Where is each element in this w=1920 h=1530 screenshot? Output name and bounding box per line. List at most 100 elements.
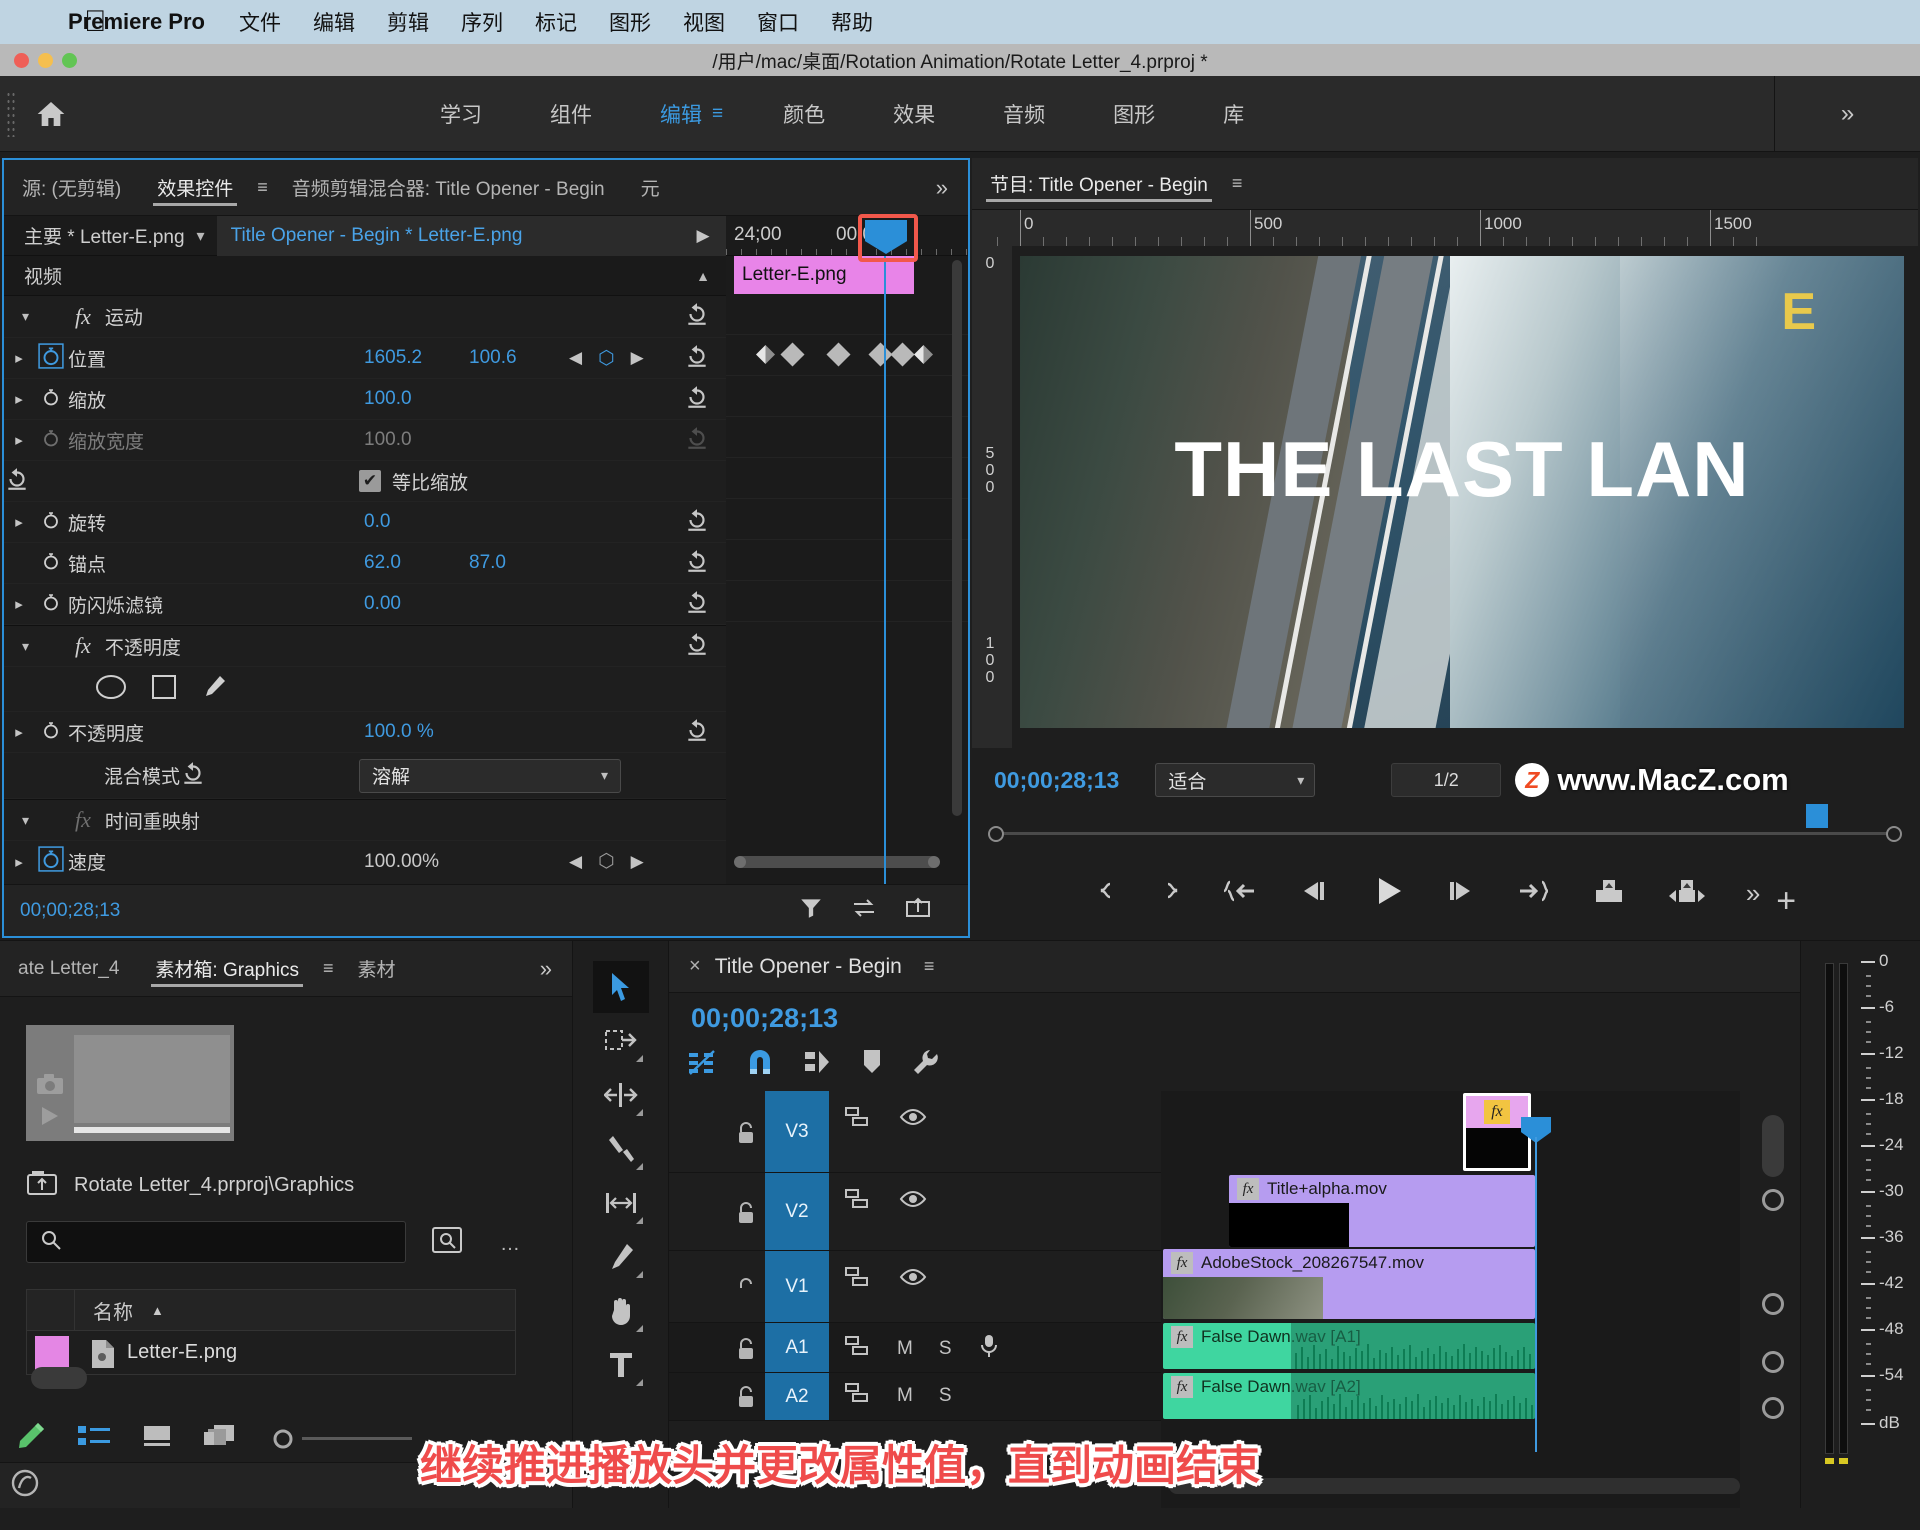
track-scroll-knob[interactable] xyxy=(1762,1293,1784,1315)
track-label-a2[interactable]: A2 xyxy=(765,1373,829,1420)
timeline-clip-v1[interactable]: fx AdobeStock_208267547.mov xyxy=(1163,1249,1535,1319)
stopwatch-icon[interactable] xyxy=(34,590,68,619)
property-value-opacity[interactable]: 100.0 % xyxy=(364,721,434,743)
chevron-right-icon[interactable]: ▸ xyxy=(4,853,34,871)
step-forward-icon[interactable] xyxy=(1442,876,1476,911)
program-monitor-video-frame[interactable]: E THE LAST LAN xyxy=(1020,256,1904,728)
eye-icon[interactable] xyxy=(899,1106,927,1133)
track-header-v3[interactable]: V3 xyxy=(669,1091,1161,1173)
track-scroll-knob[interactable] xyxy=(1762,1397,1784,1419)
menu-item-marker[interactable]: 标记 xyxy=(535,7,577,37)
pen-tool-icon[interactable] xyxy=(593,1231,649,1283)
folder-up-icon[interactable] xyxy=(26,1169,58,1202)
uniform-scale-row[interactable]: ✔ 等比缩放 xyxy=(4,461,726,502)
keyframe-playhead[interactable] xyxy=(884,256,886,884)
play-arrow-icon[interactable]: ▶ xyxy=(680,216,726,256)
type-tool-icon[interactable] xyxy=(593,1339,649,1391)
effect-controls-video-section[interactable]: 视频 ▲ xyxy=(4,256,726,296)
audio-clip-indicator-left[interactable] xyxy=(1825,1458,1834,1464)
track-label-a1[interactable]: A1 xyxy=(765,1323,829,1372)
property-value-scale[interactable]: 100.0 xyxy=(364,388,412,410)
find-icon[interactable] xyxy=(430,1223,464,1262)
sequence-clip-label[interactable]: Title Opener - Begin * Letter-E.png xyxy=(217,216,680,256)
tab-effect-controls[interactable]: 效果控件 xyxy=(139,162,251,214)
mic-icon[interactable] xyxy=(978,1333,1000,1364)
workspace-tab-graphics[interactable]: 图形 xyxy=(1079,99,1189,129)
mark-in-icon[interactable] xyxy=(1094,876,1120,911)
scrubber-track[interactable] xyxy=(1002,832,1888,835)
workspace-tab-color[interactable]: 颜色 xyxy=(749,99,859,129)
keyframe-row-position[interactable] xyxy=(726,335,968,376)
export-frame-icon[interactable] xyxy=(904,895,932,926)
hand-tool-icon[interactable] xyxy=(593,1285,649,1337)
property-value-anchor-x[interactable]: 62.0 xyxy=(364,552,401,574)
step-back-icon[interactable] xyxy=(1298,876,1332,911)
property-row-opacity[interactable]: ▸ 不透明度 100.0 % xyxy=(4,712,726,753)
reset-icon[interactable] xyxy=(684,717,710,748)
list-view-icon[interactable] xyxy=(78,1423,110,1454)
extract-icon[interactable] xyxy=(1666,876,1708,911)
mute-button-a1[interactable]: M xyxy=(897,1338,913,1360)
workspace-overflow-icon[interactable]: » xyxy=(1774,76,1920,152)
scrubber-playhead[interactable] xyxy=(1806,804,1828,828)
solo-button-a2[interactable]: S xyxy=(939,1385,952,1407)
sync-lock-icon[interactable] xyxy=(845,1187,871,1216)
track-header-a1[interactable]: A1 M S xyxy=(669,1323,1161,1373)
hamburger-icon[interactable]: ≡ xyxy=(251,177,274,198)
workspace-tab-audio[interactable]: 音频 xyxy=(969,99,1079,129)
property-row-position[interactable]: ▸ 位置 1605.2 100.6 ◀ ⬡ ▶ xyxy=(4,338,726,379)
solo-button-a1[interactable]: S xyxy=(939,1338,952,1360)
scrubber-right-handle[interactable] xyxy=(1886,826,1902,842)
lock-icon[interactable] xyxy=(735,1277,757,1306)
keyframe-navigator[interactable]: ◀ ⬡ ▶ xyxy=(569,347,644,370)
more-icon[interactable]: » xyxy=(1746,878,1760,909)
search-input[interactable] xyxy=(26,1221,406,1263)
chevron-down-icon[interactable]: ▾ xyxy=(22,638,29,655)
go-to-out-icon[interactable] xyxy=(1514,876,1552,911)
track-header-a2[interactable]: A2 M S xyxy=(669,1373,1161,1421)
snap-magnet-icon[interactable] xyxy=(745,1047,775,1082)
track-scroll-knob[interactable] xyxy=(1762,1189,1784,1211)
eye-icon[interactable] xyxy=(899,1266,927,1293)
add-keyframe-icon[interactable]: ⬡ xyxy=(598,850,615,873)
timeline-timecode[interactable]: 00;00;28;13 xyxy=(691,1003,838,1034)
tool-expand-corner[interactable] xyxy=(636,1271,643,1278)
property-value-anchor-y[interactable]: 87.0 xyxy=(469,552,506,574)
chevron-right-icon[interactable]: ▸ xyxy=(4,723,34,741)
property-row-scale[interactable]: ▸ 缩放 100.0 xyxy=(4,379,726,420)
tab-metadata[interactable]: 元 xyxy=(623,162,678,214)
menu-item-edit[interactable]: 编辑 xyxy=(313,7,355,37)
mark-out-icon[interactable] xyxy=(1158,876,1184,911)
menu-item-file[interactable]: 文件 xyxy=(239,7,281,37)
add-keyframe-icon[interactable]: ⬡ xyxy=(598,347,615,370)
property-row-speed[interactable]: ▸ 速度 100.00% ◀ ⬡ ▶ xyxy=(4,841,726,882)
property-value-position-x[interactable]: 1605.2 xyxy=(364,347,422,369)
ripple-edit-tool-icon[interactable] xyxy=(593,1069,649,1121)
effect-controls-overflow-icon[interactable]: » xyxy=(916,175,968,201)
property-value-position-y[interactable]: 100.6 xyxy=(469,347,517,369)
ellipse-mask-icon[interactable] xyxy=(94,674,128,705)
workspace-tab-effects[interactable]: 效果 xyxy=(859,99,969,129)
keyframe-horizontal-scrollbar[interactable] xyxy=(736,856,938,868)
property-row-anti-flicker[interactable]: ▸ 防闪烁滤镜 0.00 xyxy=(4,584,726,625)
program-monitor-timecode[interactable]: 00;00;28;13 xyxy=(972,767,1119,794)
table-row[interactable]: Letter-E.png xyxy=(26,1331,516,1375)
reset-icon[interactable] xyxy=(684,384,710,415)
camera-icon[interactable] xyxy=(36,1073,64,1100)
lift-icon[interactable] xyxy=(1590,876,1628,911)
reset-icon[interactable] xyxy=(684,548,710,579)
program-monitor-scrubber[interactable] xyxy=(988,818,1902,852)
program-monitor-vertical-ruler[interactable]: 0 500 100 xyxy=(972,246,1012,748)
chevron-right-icon[interactable]: ▸ xyxy=(4,349,34,367)
tool-expand-corner[interactable] xyxy=(636,1163,643,1170)
workspace-tab-learn[interactable]: 学习 xyxy=(406,99,516,129)
group-time-remapping[interactable]: ▾ fx 时间重映射 xyxy=(4,799,726,841)
loop-playback-icon[interactable] xyxy=(850,895,878,926)
tool-expand-corner[interactable] xyxy=(636,1055,643,1062)
property-value-speed[interactable]: 100.00% xyxy=(364,851,439,873)
menu-item-help[interactable]: 帮助 xyxy=(831,7,873,37)
workspace-tab-libraries[interactable]: 库 xyxy=(1189,99,1278,129)
reset-icon[interactable] xyxy=(4,466,30,497)
hamburger-icon[interactable]: ≡ xyxy=(317,958,340,979)
chevron-down-icon[interactable]: ▾ xyxy=(22,812,29,829)
